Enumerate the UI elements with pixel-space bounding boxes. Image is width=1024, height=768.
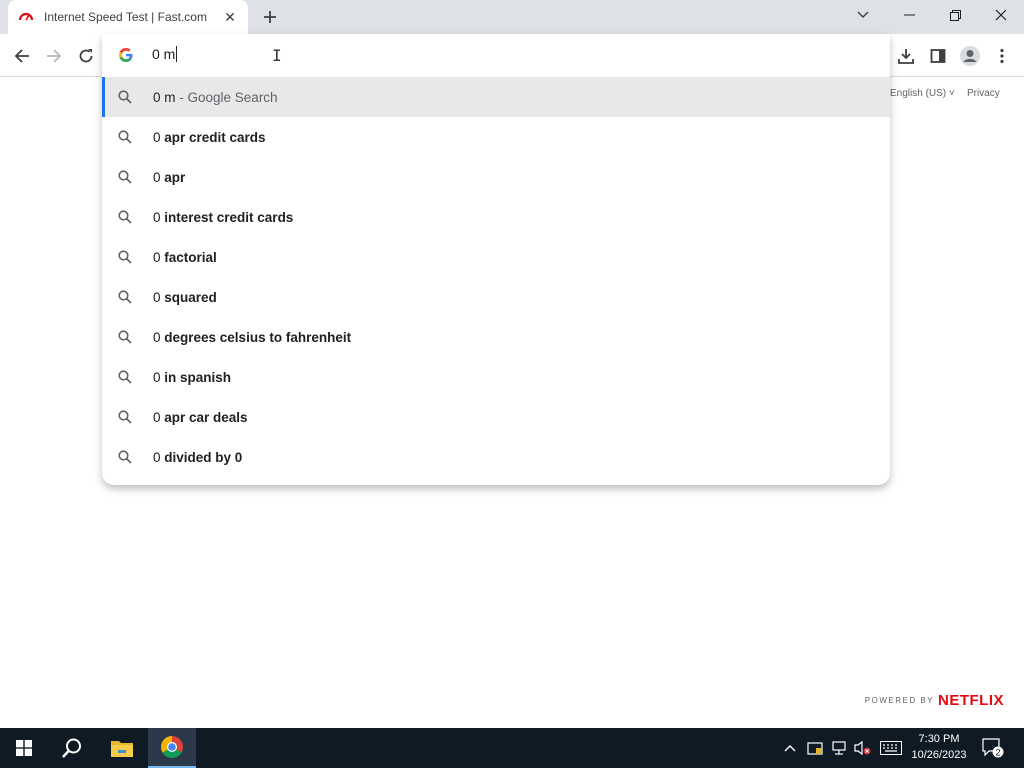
security-icon[interactable] (804, 728, 826, 768)
suggestion-item[interactable]: 0 interest credit cards (102, 197, 890, 237)
suggestion-prefix: 0 (153, 249, 165, 265)
new-tab-button[interactable] (260, 7, 280, 27)
suggestion-completion: degrees celsius to fahrenheit (164, 329, 352, 345)
suggestion-prefix: 0 (153, 369, 165, 385)
search-icon (118, 130, 132, 144)
restore-button[interactable] (932, 0, 978, 30)
suggestion-prefix: 0 (153, 409, 165, 425)
suggestion-text: 0 apr credit cards (153, 130, 266, 145)
suggestion-completion: apr (164, 169, 186, 185)
google-g-icon (118, 47, 134, 63)
suggestion-text: 0 factorial (153, 250, 217, 265)
privacy-link[interactable]: Privacy (967, 88, 1000, 99)
suggestion-item[interactable]: 0 in spanish (102, 357, 890, 397)
suggestion-description: - Google Search (175, 89, 278, 105)
chevron-up-icon[interactable] (780, 728, 800, 768)
suggestion-text: 0 apr car deals (153, 410, 248, 425)
clock-time: 7:30 PM (918, 733, 960, 745)
search-icon (118, 170, 132, 184)
powered-by-label: POWERED BY (864, 696, 934, 705)
suggestion-item[interactable]: 0 degrees celsius to fahrenheit (102, 317, 890, 357)
ibeam-cursor-icon: I (272, 46, 282, 65)
windows-taskbar: 7:30 PM 10/26/2023 2 (0, 728, 1024, 768)
suggestion-prefix: 0 (153, 209, 165, 225)
clock-date: 10/26/2023 (911, 749, 967, 761)
reload-button[interactable] (74, 44, 98, 68)
powered-by-netflix[interactable]: POWERED BY NETFLIX (865, 692, 1004, 709)
language-selector[interactable]: English (US) ˅ (890, 88, 955, 99)
search-icon (118, 450, 132, 464)
chrome-taskbar-icon[interactable] (148, 728, 196, 768)
keyboard-icon[interactable] (878, 728, 904, 768)
tab-title: Internet Speed Test | Fast.com (44, 10, 207, 24)
tab-strip: Internet Speed Test | Fast.com ✕ (0, 0, 1024, 34)
suggestion-prefix: 0 (153, 289, 165, 305)
search-icon (118, 330, 132, 344)
side-panel-icon[interactable] (926, 44, 950, 68)
suggestion-prefix: 0 (153, 129, 165, 145)
close-tab-icon[interactable]: ✕ (222, 9, 238, 25)
suggestion-completion: squared (164, 289, 217, 305)
suggestion-text: 0 degrees celsius to fahrenheit (153, 330, 351, 345)
suggestion-item[interactable]: 0 factorial (102, 237, 890, 277)
suggestion-completion: apr credit cards (164, 129, 266, 145)
address-bar-input[interactable]: 0 m (152, 46, 178, 62)
file-explorer-icon[interactable] (98, 728, 146, 768)
volume-muted-icon[interactable] (852, 728, 874, 768)
suggestion-text: 0 squared (153, 290, 217, 305)
omnibox-input-row[interactable]: 0 m I (102, 34, 890, 77)
profile-avatar-icon[interactable] (958, 44, 982, 68)
suggestion-text: 0 m - Google Search (153, 90, 278, 105)
suggestion-item[interactable]: 0 divided by 0 (102, 437, 890, 477)
omnibox-dropdown: 0 m I 0 m - Google Search 0 apr credit ca… (102, 34, 890, 485)
netflix-logo: NETFLIX (938, 692, 1004, 709)
suggestion-completion: divided by 0 (164, 449, 243, 465)
back-button[interactable] (10, 44, 34, 68)
close-window-button[interactable] (978, 0, 1024, 30)
search-icon (118, 90, 132, 104)
menu-kebab-icon[interactable] (990, 44, 1014, 68)
suggestion-completion: factorial (164, 249, 217, 265)
notification-count: 2 (995, 748, 1000, 758)
search-icon[interactable] (48, 728, 96, 768)
minimize-button[interactable] (886, 0, 932, 30)
windows-start-icon[interactable] (0, 728, 48, 768)
download-icon[interactable] (894, 44, 918, 68)
suggestion-prefix: 0 (153, 169, 165, 185)
suggestion-text: 0 apr (153, 170, 185, 185)
network-icon[interactable] (828, 728, 850, 768)
suggestion-item[interactable]: 0 apr credit cards (102, 117, 890, 157)
speedometer-icon (18, 9, 34, 25)
suggestion-prefix: 0 (153, 329, 165, 345)
search-icon (118, 290, 132, 304)
suggestion-text: 0 in spanish (153, 370, 231, 385)
suggestion-list: 0 m - Google Search 0 apr credit cards 0 a… (102, 77, 890, 477)
suggestion-completion: interest credit cards (164, 209, 294, 225)
suggestion-completion: apr car deals (164, 409, 248, 425)
notification-center-icon[interactable]: 2 (978, 728, 1008, 768)
suggestion-completion: in spanish (164, 369, 232, 385)
suggestion-text: 0 divided by 0 (153, 450, 242, 465)
suggestion-item[interactable]: 0 apr (102, 157, 890, 197)
suggestion-item[interactable]: 0 apr car deals (102, 397, 890, 437)
suggestion-text: 0 interest credit cards (153, 210, 293, 225)
tab-search-chevron-icon[interactable] (840, 0, 886, 30)
suggestion-item[interactable]: 0 m - Google Search (102, 77, 890, 117)
search-icon (118, 370, 132, 384)
forward-button[interactable] (42, 44, 66, 68)
suggestion-item[interactable]: 0 squared (102, 277, 890, 317)
search-icon (118, 250, 132, 264)
search-icon (118, 410, 132, 424)
text-caret (176, 46, 178, 62)
search-icon (118, 210, 132, 224)
taskbar-clock[interactable]: 7:30 PM 10/26/2023 (906, 731, 972, 763)
suggestion-prefix: 0 (153, 449, 165, 465)
tab-fast-com[interactable]: Internet Speed Test | Fast.com ✕ (8, 0, 248, 34)
suggestion-prefix: 0 m (153, 89, 176, 105)
